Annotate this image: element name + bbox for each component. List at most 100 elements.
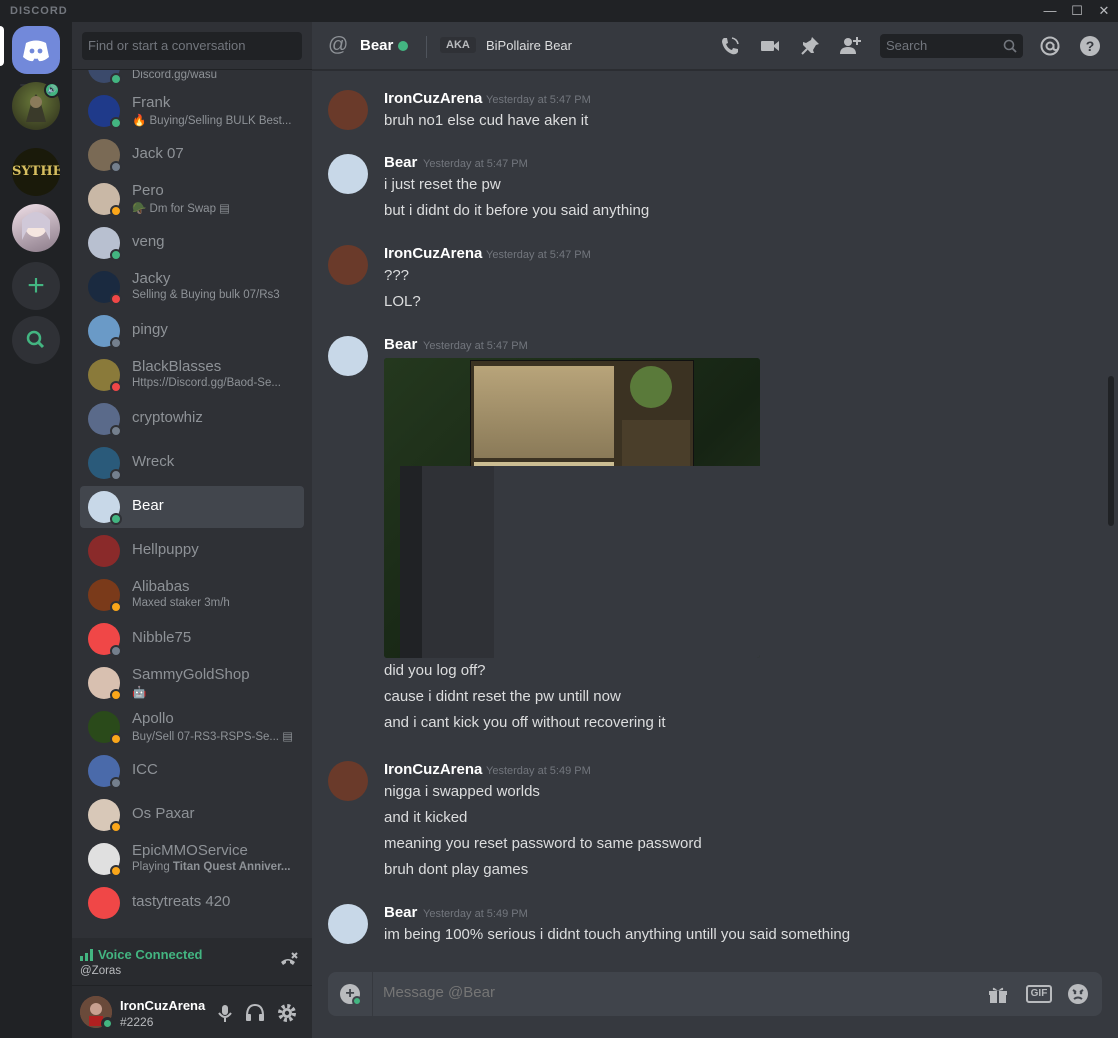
message-author[interactable]: IronCuzArena bbox=[384, 761, 482, 778]
dm-name: Nibble75 bbox=[132, 629, 192, 646]
close-button[interactable]: ✕ bbox=[1090, 2, 1118, 20]
at-sign-icon: @ bbox=[328, 34, 349, 56]
dm-item-jacky[interactable]: Jacky Selling & Buying bulk 07/Rs3 bbox=[80, 266, 304, 308]
dm-item-os-paxar[interactable]: Os Paxar bbox=[80, 794, 304, 836]
disconnect-button[interactable] bbox=[276, 950, 300, 974]
image-attachment[interactable] bbox=[384, 358, 760, 658]
minimize-button[interactable]: — bbox=[1036, 2, 1064, 20]
message-avatar[interactable] bbox=[328, 336, 368, 376]
message-avatar[interactable] bbox=[328, 761, 368, 801]
guild-sythe[interactable]: SYTHE bbox=[12, 148, 60, 196]
user-discriminator: #2226 bbox=[120, 1015, 154, 1029]
message-avatar[interactable] bbox=[328, 245, 368, 285]
maximize-button[interactable]: ☐ bbox=[1063, 2, 1091, 20]
dm-item-bear[interactable]: Bear bbox=[80, 486, 304, 528]
dm-item-sammygoldshop[interactable]: SammyGoldShop 🤖 bbox=[80, 662, 304, 704]
dm-item-epicmmoservice[interactable]: EpicMMOService Playing Titan Quest Annive… bbox=[80, 838, 304, 880]
dm-name: BlackBlasses bbox=[132, 358, 222, 375]
dm-item-pingy[interactable]: pingy bbox=[80, 310, 304, 352]
status-indicator bbox=[110, 337, 122, 349]
add-friends-to-dm-button[interactable] bbox=[838, 34, 862, 58]
mute-button[interactable] bbox=[214, 1002, 236, 1024]
dm-list: LazizDiscord.gg/wasu Frank 🔥 Buying/Sellin… bbox=[80, 70, 304, 940]
message-avatar[interactable] bbox=[328, 90, 368, 130]
message-timestamp: Yesterday at 5:47 PM bbox=[423, 340, 528, 352]
message-author[interactable]: Bear bbox=[384, 154, 417, 171]
dm-item-wreck[interactable]: Wreck bbox=[80, 442, 304, 484]
dm-item-cryptowhiz[interactable]: cryptowhiz bbox=[80, 398, 304, 440]
message-list: IronCuzArena Yesterday at 5:47 PM bruh no1… bbox=[312, 70, 1112, 970]
message-text: bruh dont play games bbox=[384, 861, 529, 878]
message-text: cause i didnt reset the pw untill now bbox=[384, 688, 621, 705]
emoji-button[interactable] bbox=[1066, 982, 1090, 1006]
message-avatar[interactable] bbox=[328, 154, 368, 194]
message-scrollbar[interactable] bbox=[1108, 70, 1116, 970]
dm-item-apollo[interactable]: Apollo Buy/Sell 07-RS3-RSPS-Se... ▤ bbox=[80, 706, 304, 748]
status-indicator bbox=[110, 821, 122, 833]
start-video-call-button[interactable] bbox=[758, 34, 782, 58]
voice-channel[interactable]: @Zoras bbox=[80, 965, 121, 977]
message-avatar[interactable] bbox=[328, 904, 368, 944]
dm-item-pero[interactable]: Pero 🪖 Dm for Swap ▤ bbox=[80, 178, 304, 220]
app-brand: DISCORD bbox=[10, 5, 68, 17]
find-conversation-input[interactable]: Find or start a conversation bbox=[82, 32, 302, 60]
dm-item-frank[interactable]: Frank 🔥 Buying/Selling BULK Best... bbox=[80, 90, 304, 132]
dm-name: Frank bbox=[132, 94, 171, 111]
dm-name: EpicMMOService bbox=[132, 842, 248, 859]
deafen-button[interactable] bbox=[244, 1002, 266, 1024]
scrollbar-thumb[interactable] bbox=[1108, 376, 1114, 526]
dm-item-alibabas[interactable]: Alibabas Maxed staker 3m/h bbox=[80, 574, 304, 616]
chat-area: @ Bear AKA BiPollaire Bear Search ? Iron… bbox=[312, 22, 1118, 1038]
status-indicator bbox=[110, 161, 122, 173]
message-text: did you log off? bbox=[384, 662, 486, 679]
dm-name: Apollo bbox=[132, 710, 174, 727]
phone-call-icon bbox=[722, 37, 739, 55]
dm-item-veng[interactable]: veng bbox=[80, 222, 304, 264]
dm-name: pingy bbox=[132, 321, 168, 338]
screenshot-discord-guilds bbox=[400, 466, 422, 658]
dm-name: Jack 07 bbox=[132, 145, 184, 162]
guild-anime[interactable] bbox=[12, 204, 60, 252]
add-user-icon bbox=[840, 37, 861, 54]
dm-name: ICC bbox=[132, 761, 158, 778]
dm-item-hellpuppy[interactable]: Hellpuppy bbox=[80, 530, 304, 572]
dm-item-blackblasses[interactable]: BlackBlasses Https://Discord.gg/Baod-Se..… bbox=[80, 354, 304, 396]
dm-item-nibble75[interactable]: Nibble75 bbox=[80, 618, 304, 660]
message-author[interactable]: Bear bbox=[384, 904, 417, 921]
start-voice-call-button[interactable] bbox=[718, 34, 742, 58]
gift-button[interactable] bbox=[986, 982, 1010, 1006]
phone-hangup-icon bbox=[281, 952, 298, 965]
screenshot-minimap bbox=[630, 366, 672, 408]
message-timestamp: Yesterday at 5:49 PM bbox=[486, 765, 591, 777]
message-author[interactable]: IronCuzArena bbox=[384, 245, 482, 262]
dm-name: SammyGoldShop bbox=[132, 666, 250, 683]
dm-item-tastytreats-420[interactable]: tastytreats 420 bbox=[80, 882, 304, 924]
message-text: ??? bbox=[384, 267, 410, 284]
message-text: bruh no1 else cud have aken it bbox=[384, 112, 589, 129]
message-timestamp: Yesterday at 5:47 PM bbox=[486, 94, 591, 106]
dm-item-jack-07[interactable]: Jack 07 bbox=[80, 134, 304, 176]
activity-game: Titan Quest Anniver... bbox=[172, 861, 291, 873]
sythe-label: SYTHE bbox=[12, 164, 60, 179]
message-input[interactable] bbox=[383, 984, 943, 1001]
title-bar: DISCORD — ☐ ✕ bbox=[0, 0, 1118, 22]
message-author[interactable]: IronCuzArena bbox=[384, 90, 482, 107]
add-server-button[interactable]: + bbox=[12, 262, 60, 310]
explore-servers-button[interactable] bbox=[12, 316, 60, 364]
gif-button[interactable]: GIF bbox=[1026, 985, 1052, 1003]
message-text: LOL? bbox=[384, 293, 421, 310]
dm-item-laziz[interactable]: LazizDiscord.gg/wasu bbox=[80, 70, 304, 88]
message-text: meaning you reset password to same passw… bbox=[384, 835, 702, 852]
help-icon: ? bbox=[1080, 36, 1100, 56]
home-button[interactable] bbox=[12, 26, 60, 74]
pinned-messages-button[interactable] bbox=[798, 34, 822, 58]
message-text: but i didnt do it before you said anythi… bbox=[384, 202, 650, 219]
dm-name: Jacky bbox=[132, 270, 171, 287]
message-author[interactable]: Bear bbox=[384, 336, 417, 353]
search-input[interactable]: Search bbox=[880, 34, 1023, 58]
dm-item-icc[interactable]: ICC bbox=[80, 750, 304, 792]
mentions-button[interactable] bbox=[1038, 34, 1062, 58]
search-icon bbox=[26, 330, 45, 349]
help-button[interactable]: ? bbox=[1078, 34, 1102, 58]
user-settings-button[interactable] bbox=[276, 1002, 298, 1024]
